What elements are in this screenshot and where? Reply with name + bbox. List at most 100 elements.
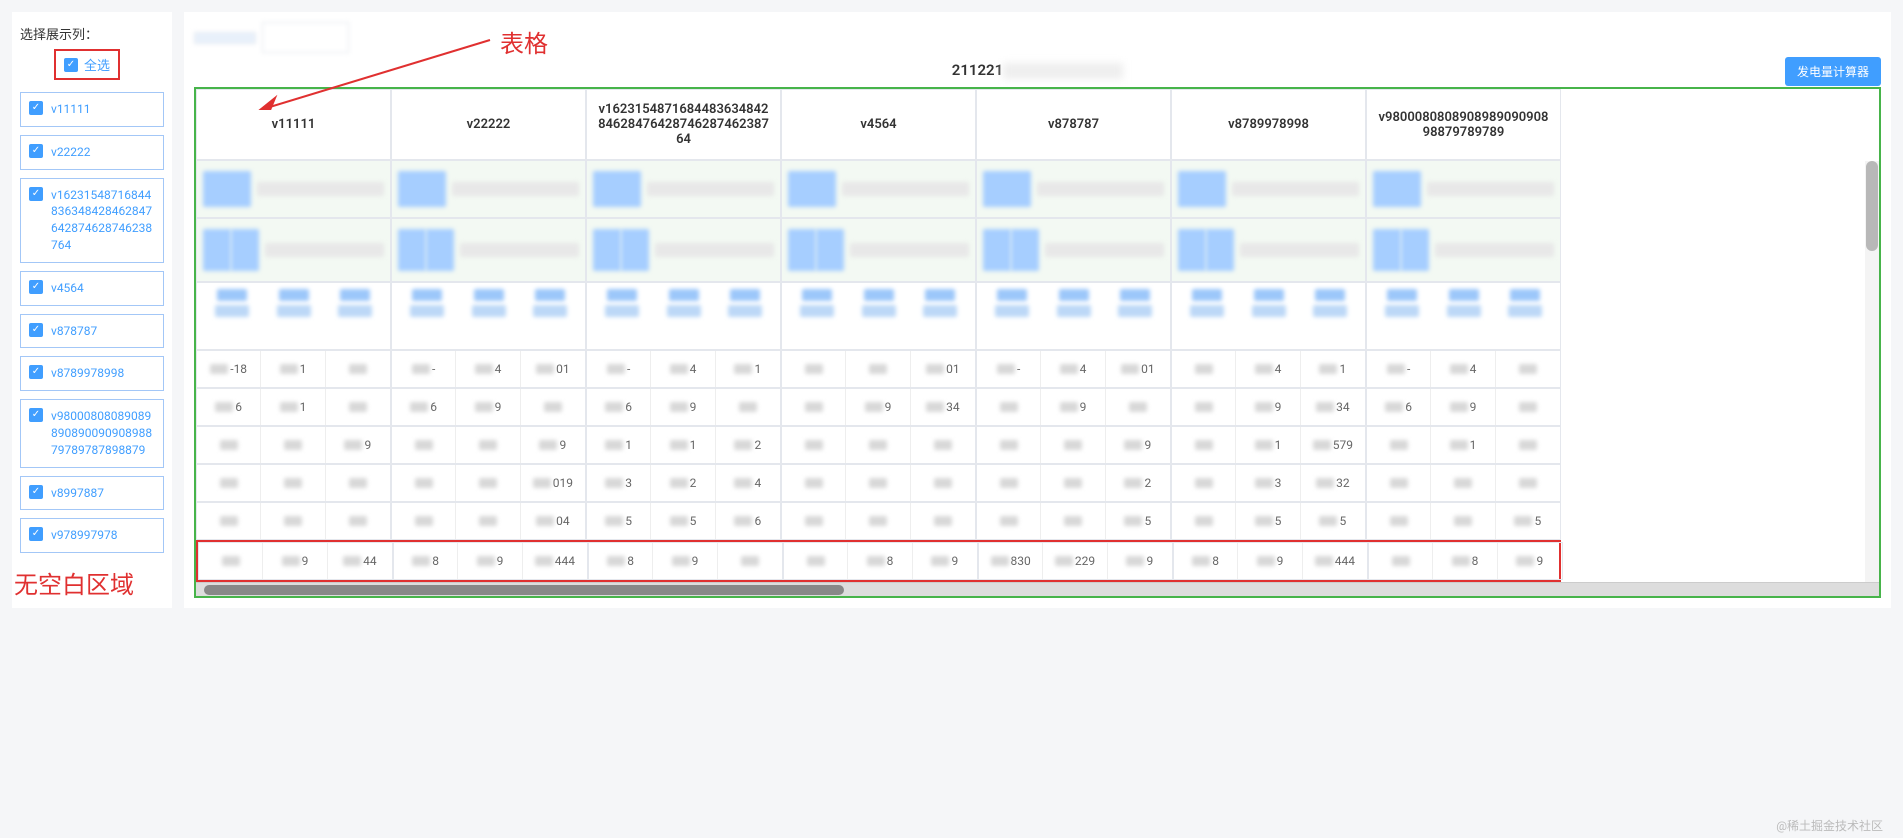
data-cell — [1367, 503, 1431, 539]
calculator-button[interactable]: 发电量计算器 — [1785, 57, 1881, 86]
select-all-label: 全选 — [84, 55, 110, 74]
data-cell: 04 — [521, 503, 585, 539]
data-group: -181 — [196, 350, 391, 388]
unit-cell — [1171, 282, 1366, 350]
data-cell: 6 — [197, 389, 261, 425]
data-group: 5 — [976, 502, 1171, 540]
sidebar-item-5[interactable]: ✓v8789978998 — [20, 356, 164, 391]
data-cell: 1 — [587, 427, 651, 463]
data-group: 89444 — [393, 542, 588, 580]
data-cell: 6 — [392, 389, 456, 425]
vertical-scrollbar[interactable] — [1865, 161, 1879, 598]
data-cell — [1367, 465, 1431, 501]
tab-2[interactable] — [262, 22, 349, 53]
vertical-scrollbar-thumb[interactable] — [1866, 161, 1878, 251]
sidebar-item-label: v980008080890898908900909089887978978789… — [51, 408, 155, 458]
subheader-cell — [781, 160, 976, 218]
data-cell — [846, 427, 910, 463]
data-cell: 8 — [394, 543, 458, 579]
data-cell — [1431, 465, 1495, 501]
data-cell: - — [1367, 351, 1431, 387]
data-group: 2 — [976, 464, 1171, 502]
data-cell — [392, 503, 456, 539]
table-row: -181-401-4101-40141-4 — [196, 350, 1561, 388]
subheader-cell — [1366, 160, 1561, 218]
table-title-prefix: 211221 — [952, 61, 1003, 79]
sidebar-item-label: v11111 — [51, 101, 91, 118]
data-cell: 9 — [263, 543, 327, 579]
sidebar-item-7[interactable]: ✓v8997887 — [20, 476, 164, 511]
unit-cell — [1366, 282, 1561, 350]
sidebar-item-4[interactable]: ✓v878787 — [20, 314, 164, 349]
data-cell: 6 — [1367, 389, 1431, 425]
data-cell: 9 — [1498, 543, 1562, 579]
select-all-checkbox[interactable]: ✓ 全选 — [54, 49, 120, 80]
data-cell — [1041, 503, 1105, 539]
table-header-5: v8789978998 — [1171, 89, 1366, 160]
data-group — [781, 426, 976, 464]
subheader-cell — [976, 160, 1171, 218]
data-cell — [326, 389, 390, 425]
data-group: 9 — [976, 388, 1171, 426]
subheader-cell — [586, 218, 781, 282]
horizontal-scrollbar[interactable] — [196, 582, 1879, 596]
sidebar-item-label: v162315487168448363484284628476428746287… — [51, 187, 155, 254]
data-cell: 9 — [1106, 427, 1170, 463]
table-row: 99112915791 — [196, 426, 1561, 464]
sidebar-item-0[interactable]: ✓v11111 — [20, 92, 164, 127]
data-cell — [782, 351, 846, 387]
data-cell — [1496, 465, 1560, 501]
sidebar-item-6[interactable]: ✓v98000808089089890890090908988797897878… — [20, 399, 164, 467]
data-group: 89 — [783, 542, 978, 580]
data-cell — [846, 351, 910, 387]
data-cell: 8 — [848, 543, 912, 579]
data-group: -401 — [391, 350, 586, 388]
data-cell: 01 — [521, 351, 585, 387]
subheader-cell — [976, 218, 1171, 282]
data-group — [781, 502, 976, 540]
data-cell — [782, 465, 846, 501]
data-cell — [1041, 465, 1105, 501]
table-row: 0193242332 — [196, 464, 1561, 502]
sidebar-item-1[interactable]: ✓v22222 — [20, 135, 164, 170]
sidebar-item-3[interactable]: ✓v4564 — [20, 271, 164, 306]
data-group: 934 — [1171, 388, 1366, 426]
tab-1[interactable] — [194, 32, 256, 44]
data-cell — [1431, 503, 1495, 539]
data-cell: 1 — [261, 351, 325, 387]
data-cell — [1496, 389, 1560, 425]
data-cell — [1041, 427, 1105, 463]
data-cell: 01 — [911, 351, 975, 387]
data-cell: 5 — [651, 503, 715, 539]
data-cell — [977, 465, 1041, 501]
main-panel: 211221 发电量计算器 v11111v22222v1623154871684… — [184, 12, 1891, 608]
data-cell: 9 — [1431, 389, 1495, 425]
sidebar-item-2[interactable]: ✓v16231548716844836348428462847642874628… — [20, 178, 164, 263]
sidebar-title: 选择展示列： — [20, 24, 164, 43]
data-group: 04 — [391, 502, 586, 540]
data-group: 1579 — [1171, 426, 1366, 464]
data-cell — [392, 427, 456, 463]
data-group: 89 — [1368, 542, 1563, 580]
data-cell: 444 — [1303, 543, 1367, 579]
data-cell — [846, 465, 910, 501]
subheader-cell — [1171, 218, 1366, 282]
data-cell: 4 — [1041, 351, 1105, 387]
data-cell: 830 — [979, 543, 1043, 579]
data-cell — [911, 427, 975, 463]
unit-cell — [586, 282, 781, 350]
check-icon: ✓ — [64, 58, 78, 72]
horizontal-scrollbar-thumb[interactable] — [204, 585, 844, 595]
data-group: 9 — [976, 426, 1171, 464]
data-group: 89444 — [1173, 542, 1368, 580]
data-cell: 579 — [1301, 427, 1365, 463]
check-icon: ✓ — [29, 485, 43, 499]
data-cell — [326, 503, 390, 539]
data-cell: 4 — [651, 351, 715, 387]
table-title-row: 211221 发电量计算器 — [194, 61, 1881, 79]
sidebar-item-8[interactable]: ✓v978997978 — [20, 518, 164, 553]
data-cell: 5 — [1106, 503, 1170, 539]
subheader-cell — [586, 160, 781, 218]
data-cell — [911, 465, 975, 501]
data-cell — [392, 465, 456, 501]
